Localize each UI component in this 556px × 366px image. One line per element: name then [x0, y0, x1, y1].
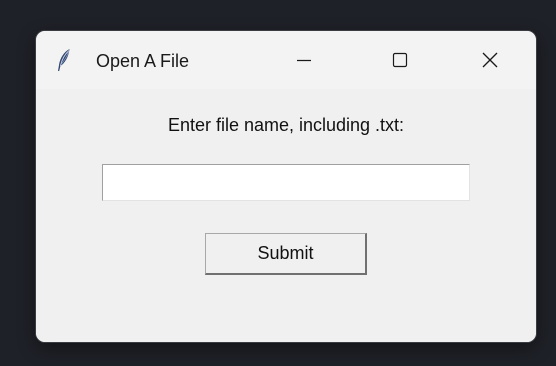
minimize-button[interactable] — [276, 31, 332, 89]
minimize-icon — [295, 51, 313, 69]
app-window: Open A File Enter file name, including .… — [36, 31, 536, 342]
window-title: Open A File — [96, 51, 190, 71]
maximize-button[interactable] — [372, 31, 428, 89]
close-icon — [481, 51, 499, 69]
dialog-content: Enter file name, including .txt: Submit — [36, 89, 536, 342]
title-bar[interactable]: Open A File — [36, 31, 536, 89]
file-name-prompt: Enter file name, including .txt: — [167, 115, 405, 135]
file-name-input[interactable] — [102, 164, 470, 201]
maximize-icon — [391, 51, 409, 69]
close-button[interactable] — [462, 31, 518, 89]
feather-icon — [56, 48, 72, 72]
submit-button[interactable]: Submit — [205, 233, 367, 275]
